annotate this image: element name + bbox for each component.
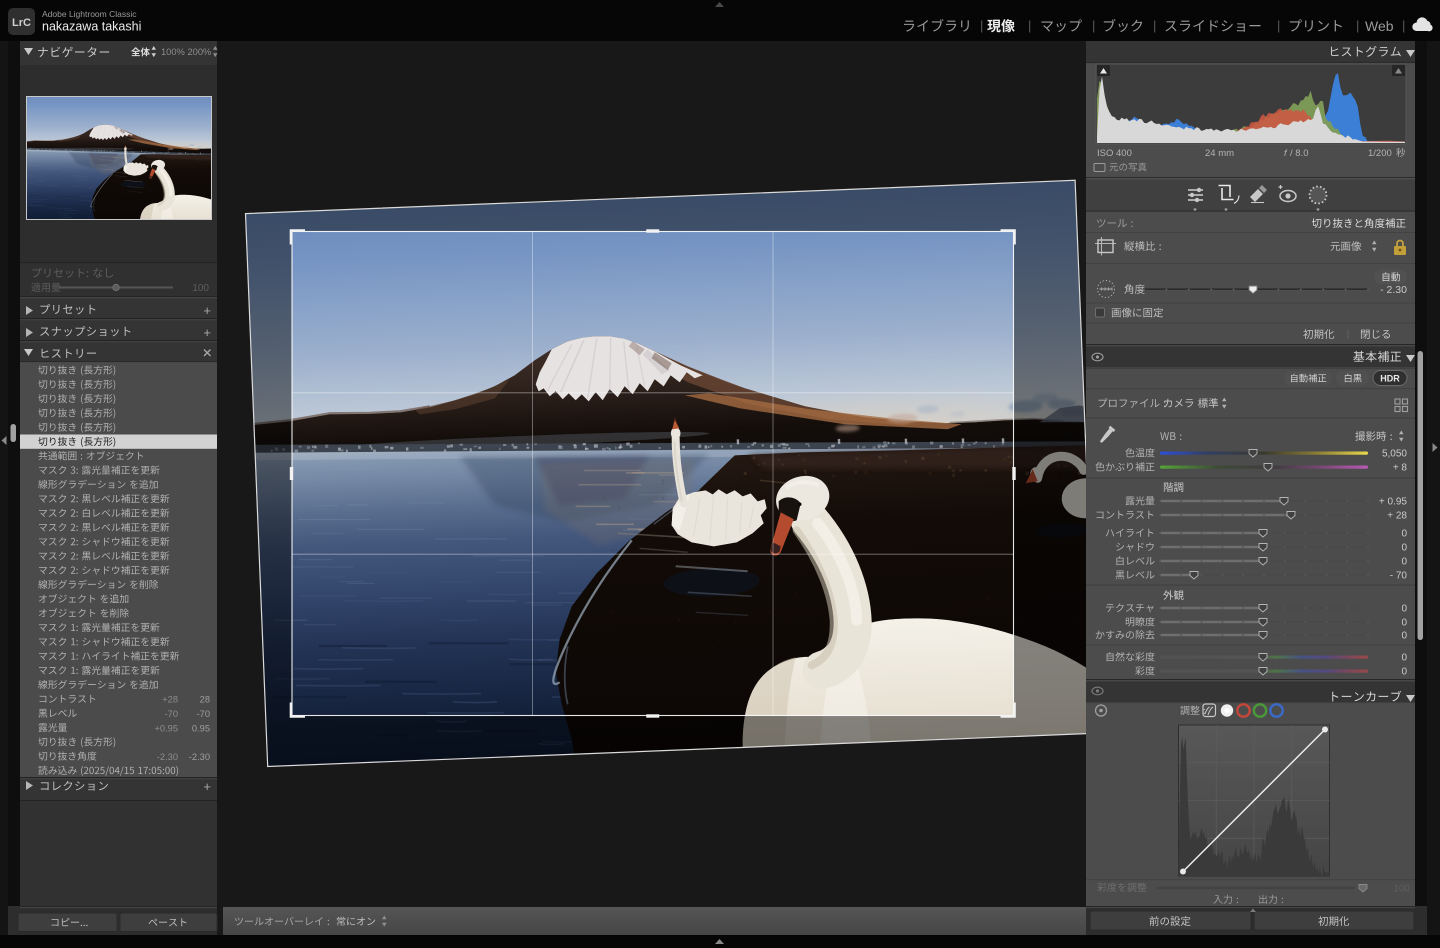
svg-text:0: 0 [1401, 618, 1407, 629]
svg-text:ISO 400: ISO 400 [1097, 148, 1132, 159]
svg-text:0: 0 [1401, 631, 1407, 642]
svg-text:1/200: 1/200 [1368, 148, 1392, 159]
svg-text:/ 8.0: / 8.0 [1290, 148, 1309, 159]
svg-text:24 mm: 24 mm [1205, 148, 1234, 159]
svg-text:nakazawa takashi: nakazawa takashi [42, 20, 141, 34]
svg-text:+ 28: + 28 [1387, 511, 1407, 522]
svg-text:0: 0 [1401, 543, 1407, 554]
svg-text:|: | [1277, 18, 1280, 33]
svg-text:0: 0 [1401, 653, 1407, 664]
svg-text:0: 0 [1401, 529, 1407, 540]
svg-text:+: + [203, 779, 211, 794]
svg-text:+28: +28 [162, 695, 178, 705]
svg-text:0.95: 0.95 [192, 723, 210, 733]
svg-text:+: + [203, 303, 211, 318]
svg-text:-70: -70 [165, 709, 178, 719]
svg-text:0: 0 [1401, 557, 1407, 568]
svg-text:+ 8: + 8 [1393, 463, 1408, 474]
svg-text:200%: 200% [188, 47, 212, 57]
svg-text:LrC: LrC [12, 17, 31, 29]
svg-text:f: f [1284, 148, 1288, 159]
svg-text:-2.30: -2.30 [189, 752, 210, 762]
svg-text:HDR: HDR [1380, 374, 1400, 384]
svg-text:100%: 100% [161, 47, 185, 57]
svg-text:|: | [980, 18, 983, 33]
svg-text:0: 0 [1401, 604, 1407, 615]
svg-text:|: | [1402, 18, 1405, 33]
svg-text:+: + [203, 325, 211, 340]
svg-text:Web: Web [1365, 18, 1394, 34]
svg-text:+ 0.95: + 0.95 [1379, 497, 1408, 508]
svg-text:- 2.30: - 2.30 [1380, 284, 1407, 296]
svg-text:0: 0 [1401, 667, 1407, 678]
svg-text:- 70: - 70 [1390, 571, 1408, 582]
svg-text:-70: -70 [197, 709, 210, 719]
svg-text:|: | [1028, 18, 1031, 33]
svg-text:|: | [1153, 18, 1156, 33]
svg-text:|: | [1092, 18, 1095, 33]
svg-text:+0.95: +0.95 [154, 723, 178, 733]
svg-text:-2.30: -2.30 [157, 752, 178, 762]
svg-text:Adobe Lightroom Classic: Adobe Lightroom Classic [42, 9, 137, 19]
svg-text:5,050: 5,050 [1382, 449, 1407, 460]
svg-text:28: 28 [200, 695, 210, 705]
svg-text:100: 100 [192, 283, 209, 294]
svg-text:|: | [1356, 18, 1359, 33]
svg-text:100: 100 [1393, 884, 1410, 895]
